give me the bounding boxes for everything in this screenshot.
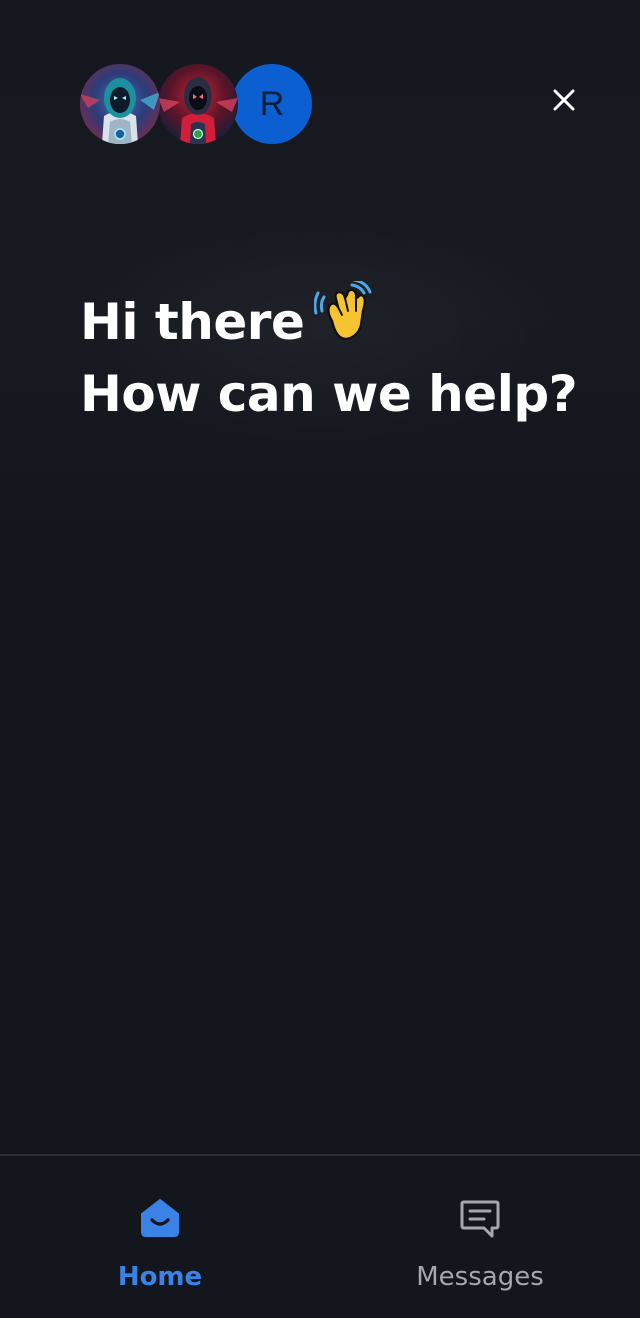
avatar-initial-text: R: [259, 84, 285, 123]
close-icon: [553, 89, 575, 111]
bottom-navigation: Home Messages: [0, 1154, 640, 1318]
close-button[interactable]: [544, 80, 584, 120]
team-avatar-initial: R: [232, 64, 312, 144]
messages-icon: [460, 1200, 500, 1238]
nav-label-home: Home: [117, 1262, 203, 1292]
home-icon: [141, 1199, 179, 1237]
greeting-hi-text: Hi there: [80, 293, 305, 351]
nav-item-home[interactable]: Home: [0, 1156, 320, 1316]
team-avatar-2: [158, 64, 238, 144]
robot-avatar-teal-icon: [80, 64, 160, 144]
nav-label-messages: Messages: [416, 1262, 544, 1292]
greeting-line-2: How can we help?: [80, 365, 578, 423]
team-avatars: R: [80, 64, 320, 144]
robot-avatar-red-icon: [158, 64, 238, 144]
team-avatar-1: [80, 64, 160, 144]
greeting-heading: Hi there How can we help?: [80, 278, 600, 428]
messenger-panel: R Hi there How can we help? Home Message…: [0, 0, 640, 1318]
nav-item-messages[interactable]: Messages: [320, 1156, 640, 1316]
greeting-line-1: Hi there: [80, 278, 600, 360]
waving-hand-icon: [313, 278, 374, 360]
